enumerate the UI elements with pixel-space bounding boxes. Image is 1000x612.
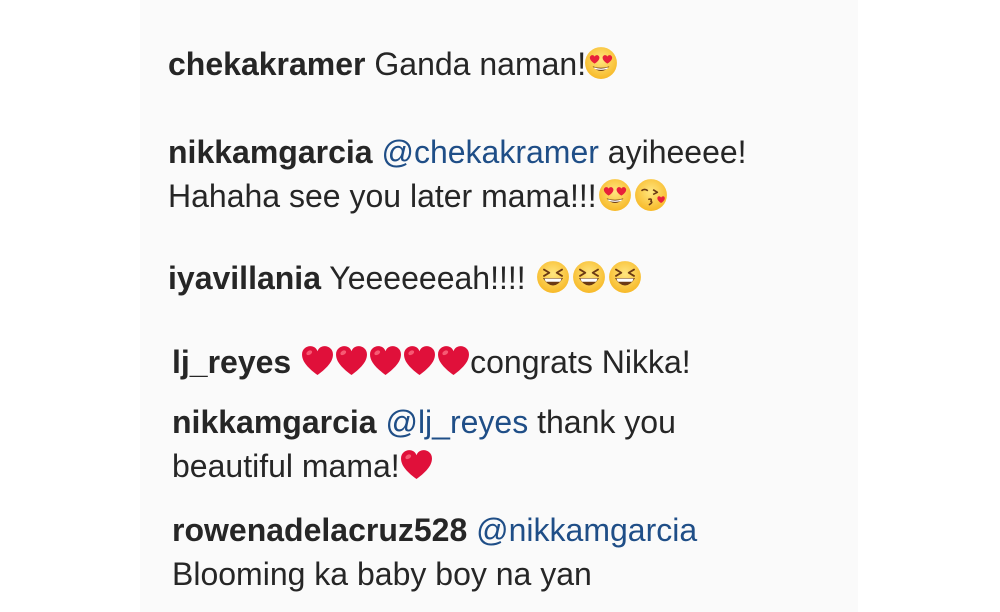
red-heart-icon [301,345,334,376]
comment-mention[interactable]: @lj_reyes [385,404,528,440]
comment-username[interactable]: lj_reyes [172,344,291,380]
comment-text: thank you [537,404,676,440]
comment-text: Ganda naman! [374,46,587,82]
red-heart-icon [400,449,433,480]
comment-item: rowenadelacruz528 @nikkamgarcia [172,510,697,550]
comment-text: Yeeeeeeah!!!! [329,260,526,296]
comment-text: ayiheeee! [607,134,747,170]
red-heart-icon [335,345,368,376]
heart-eyes-icon [598,178,632,212]
comment-text: beautiful mama! [172,448,400,484]
kissing-heart-icon [634,178,668,212]
comment-mention[interactable]: @nikkamgarcia [476,512,697,548]
comment-text: Blooming ka baby boy na yan [172,556,592,592]
laughing-icon [572,260,606,294]
comment-item-continuation: beautiful mama! [172,446,434,486]
comment-text: Hahaha see you later mama!!! [168,178,597,214]
comment-item: nikkamgarcia @chekakramer ayiheeee! [168,132,747,172]
laughing-icon [536,260,570,294]
comment-item: nikkamgarcia @lj_reyes thank you [172,402,676,442]
red-heart-icon [437,345,470,376]
laughing-icon [608,260,642,294]
comment-username[interactable]: iyavillania [168,260,321,296]
comment-item-continuation: Hahaha see you later mama!!! [168,176,669,216]
comment-item-continuation: Blooming ka baby boy na yan [172,554,592,594]
comment-username[interactable]: nikkamgarcia [168,134,373,170]
comment-item: chekakramer Ganda naman! [168,44,619,84]
red-heart-icon [403,345,436,376]
comment-username[interactable]: nikkamgarcia [172,404,377,440]
comment-username[interactable]: rowenadelacruz528 [172,512,467,548]
comment-text: congrats Nikka! [470,344,691,380]
comment-mention[interactable]: @chekakramer [381,134,598,170]
red-heart-icon [369,345,402,376]
comment-item: iyavillania Yeeeeeeah!!!! [168,258,643,298]
comment-item: lj_reyes congrats Nikka! [172,342,691,382]
heart-eyes-icon [584,46,618,80]
comment-username[interactable]: chekakramer [168,46,365,82]
